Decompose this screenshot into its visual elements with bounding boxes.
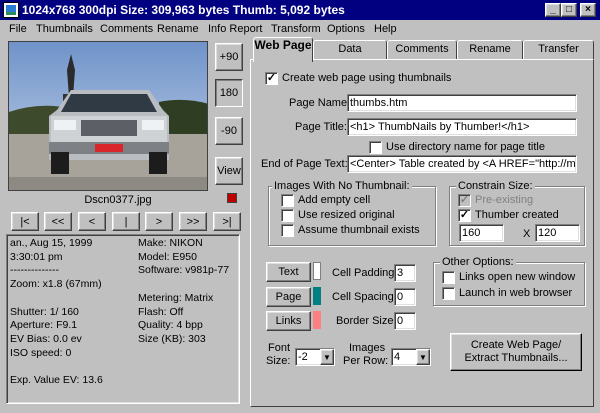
- page-name-input[interactable]: thumbs.htm: [347, 94, 577, 112]
- page-color-swatch: [313, 287, 321, 305]
- font-size-label-line2: Size:: [266, 355, 291, 367]
- images-per-row-dropdown-icon[interactable]: ▼: [416, 349, 430, 365]
- assume-thumbnail-exists-checkbox[interactable]: [281, 224, 294, 237]
- title-bar: 1024x768 300dpi Size: 309,963 bytes Thum…: [0, 0, 600, 20]
- page-title-input[interactable]: <h1> ThumbNails by Thumber!</h1>: [347, 118, 577, 136]
- thumb-height-input[interactable]: 120: [535, 224, 580, 242]
- nav-previous-button[interactable]: <: [78, 212, 106, 231]
- cell-spacing-input[interactable]: 0: [394, 288, 416, 306]
- minimize-button[interactable]: _: [545, 3, 561, 17]
- links-new-window-checkbox[interactable]: [442, 271, 455, 284]
- border-size-input[interactable]: 0: [394, 312, 416, 330]
- use-resized-original-label: Use resized original: [298, 209, 395, 221]
- maximize-button[interactable]: □: [561, 3, 577, 17]
- car-photo-image: [9, 42, 207, 190]
- tab-data[interactable]: Data: [313, 40, 387, 59]
- menu-help[interactable]: Help: [374, 23, 397, 35]
- rotate-minus-90-button[interactable]: -90: [215, 117, 243, 145]
- filename-label: Dscn0377.jpg: [84, 194, 152, 206]
- thumber-created-checkbox[interactable]: ✓: [458, 209, 471, 222]
- pre-existing-checkbox: ✓: [458, 194, 471, 207]
- tab-transfer[interactable]: Transfer: [523, 40, 594, 59]
- create-web-page-label: Create web page using thumbnails: [282, 72, 452, 84]
- add-empty-cell-label: Add empty cell: [298, 194, 371, 206]
- create-button-line2: Extract Thumbnails...: [464, 352, 568, 364]
- use-directory-name-checkbox[interactable]: [369, 141, 382, 154]
- tab-web-page[interactable]: Web Page: [253, 37, 313, 62]
- border-size-label: Border Size:: [336, 315, 397, 327]
- tab-rename[interactable]: Rename: [457, 40, 523, 59]
- menu-transform[interactable]: Transform: [271, 23, 321, 35]
- end-of-page-input[interactable]: <Center> Table created by <A HREF="http:…: [347, 155, 577, 173]
- nav-forward-button[interactable]: >>: [179, 212, 207, 231]
- no-thumbnail-group-title: Images With No Thumbnail:: [272, 180, 412, 192]
- assume-thumbnail-exists-label: Assume thumbnail exists: [298, 224, 420, 236]
- menu-info-report[interactable]: Info Report: [208, 23, 262, 35]
- other-options-group: [433, 262, 585, 306]
- size-times-label: X: [523, 228, 531, 240]
- nav-current-button[interactable]: |: [112, 212, 140, 231]
- menu-rename[interactable]: Rename: [157, 23, 199, 35]
- images-per-row-value: 4: [394, 351, 401, 363]
- text-color-swatch: [313, 262, 321, 280]
- font-size-dropdown-icon[interactable]: ▼: [320, 349, 334, 365]
- page-title-label: Page Title:: [295, 121, 347, 133]
- menu-options[interactable]: Options: [327, 23, 365, 35]
- launch-browser-checkbox[interactable]: [442, 287, 455, 300]
- exif-info-right: Make: NIKON Model: E950 Software: v981p-…: [138, 237, 230, 345]
- launch-browser-label: Launch in web browser: [459, 287, 573, 299]
- other-options-group-title: Other Options:: [440, 256, 516, 268]
- use-directory-name-label: Use directory name for page title: [386, 141, 545, 153]
- view-button[interactable]: View: [215, 157, 243, 185]
- create-button-line1: Create Web Page/: [470, 339, 562, 351]
- links-color-button[interactable]: Links: [266, 311, 311, 331]
- close-button[interactable]: ×: [580, 3, 596, 17]
- thumber-created-label: Thumber created: [475, 209, 559, 221]
- rotate-180-button[interactable]: 180: [215, 79, 243, 107]
- create-web-page-checkbox[interactable]: ✓: [265, 72, 278, 85]
- status-indicator: [227, 193, 237, 203]
- nav-next-button[interactable]: >: [145, 212, 173, 231]
- menu-thumbnails[interactable]: Thumbnails: [36, 23, 93, 35]
- links-color-swatch: [313, 311, 321, 329]
- photo-preview[interactable]: [8, 41, 208, 191]
- text-color-button[interactable]: Text: [266, 262, 311, 282]
- tab-comments[interactable]: Comments: [387, 40, 457, 59]
- images-per-row-label-line2: Per Row:: [343, 355, 389, 367]
- page-name-label: Page Name:: [289, 97, 351, 109]
- page-color-button[interactable]: Page: [266, 287, 311, 307]
- menu-file[interactable]: File: [9, 23, 27, 35]
- thumb-width-input[interactable]: 160: [459, 224, 504, 242]
- app-icon: [3, 2, 19, 18]
- nav-last-button[interactable]: >|: [213, 212, 241, 231]
- end-of-page-label: End of Page Text:: [261, 158, 348, 170]
- cell-padding-input[interactable]: 3: [394, 264, 416, 282]
- create-web-page-button[interactable]: Create Web Page/ Extract Thumbnails...: [450, 333, 582, 371]
- rotate-plus-90-button[interactable]: +90: [215, 43, 243, 71]
- cell-spacing-label: Cell Spacing:: [332, 291, 397, 303]
- cell-padding-label: Cell Padding:: [332, 267, 398, 279]
- exif-info-left: an., Aug 15, 1999 3:30:01 pm -----------…: [10, 237, 103, 387]
- menu-comments[interactable]: Comments: [100, 23, 153, 35]
- images-per-row-label-line1: Images: [349, 342, 386, 354]
- exif-info-panel: an., Aug 15, 1999 3:30:01 pm -----------…: [6, 234, 240, 404]
- links-new-window-label: Links open new window: [459, 271, 576, 283]
- pre-existing-label: Pre-existing: [475, 194, 534, 206]
- constrain-size-group-title: Constrain Size:: [456, 180, 535, 192]
- use-resized-original-checkbox[interactable]: [281, 209, 294, 222]
- window-title: 1024x768 300dpi Size: 309,963 bytes Thum…: [22, 3, 345, 17]
- add-empty-cell-checkbox[interactable]: [281, 194, 294, 207]
- nav-first-button[interactable]: |<: [11, 212, 39, 231]
- font-size-value: -2: [298, 351, 308, 363]
- menu-bar: File Thumbnails Comments Rename Info Rep…: [0, 20, 600, 38]
- font-size-label-line1: Font: [268, 342, 291, 354]
- nav-rewind-button[interactable]: <<: [44, 212, 72, 231]
